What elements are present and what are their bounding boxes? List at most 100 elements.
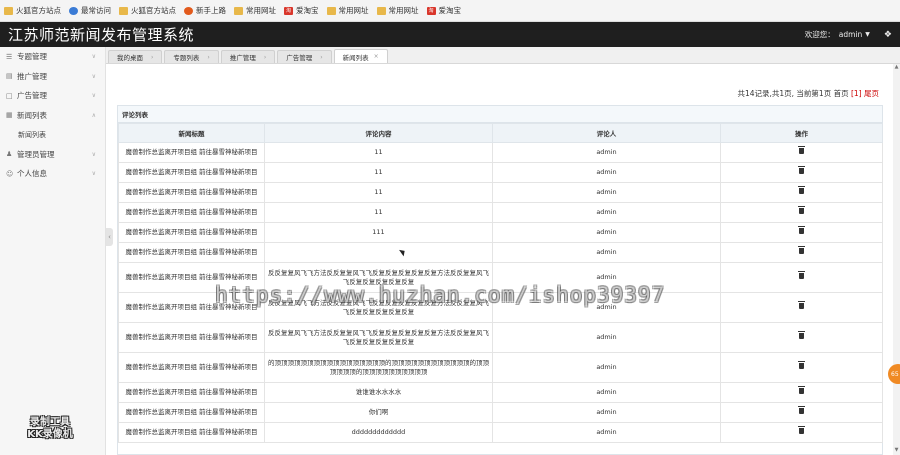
bookmark-item[interactable]: 淘爱淘宝 [426,5,462,16]
column-header-actions: 操作 [720,123,883,143]
username-menu[interactable]: admin [839,30,863,39]
chevron-down-icon: ∨ [91,92,96,100]
cell-actions [720,402,883,423]
trash-icon[interactable] [798,186,805,194]
recorder-logo-line: KK录像机 [27,429,73,440]
pagination: 共14记录,共1页, 当前第1页 首页 [1] 尾页 [737,88,879,99]
sidebar: ☰ 专题管理 ∨ ▤ 推广管理 ∨ □ 广告管理 ∨ ▦ 新闻列表 ∧ 新闻列表… [0,47,106,455]
welcome-text: 欢迎您： [804,30,835,39]
vertical-scrollbar[interactable]: ▲ ▼ [893,64,900,455]
user-area: 欢迎您： admin ▼ ❖ [805,29,892,40]
tab-label: 推广管理 [229,54,256,62]
cell-actions [720,222,883,243]
trash-icon[interactable] [798,246,805,254]
sidebar-item-topics[interactable]: ☰ 专题管理 ∨ [0,47,105,67]
close-icon[interactable]: × [374,53,379,60]
cell-actions [720,352,883,383]
trash-icon[interactable] [798,226,805,234]
trash-icon[interactable] [798,271,805,279]
trash-icon[interactable] [798,206,805,214]
trash-icon[interactable] [798,361,805,369]
bookmark-item[interactable]: 常用网址 [234,5,276,16]
bookmark-item[interactable]: 火狐官方站点 [119,5,176,16]
cell-actions [720,382,883,403]
cell-comment: 11 [264,202,493,223]
sidebar-item-ads[interactable]: □ 广告管理 ∨ [0,86,105,106]
recorder-logo-line: 录制工具 [30,417,70,428]
cell-comment: 11 [264,162,493,183]
cell-news-title: 魔兽制作总监离开项目组 前往暴雪神秘新项目 [118,182,265,203]
bookmark-label: 火狐官方站点 [131,6,176,15]
cell-comment: 的顶顶顶顶顶顶顶顶顶顶顶顶顶顶顶顶顶的顶顶顶顶顶顶顶顶顶顶顶顶的顶顶顶顶顶顶的顶… [264,352,493,383]
sidebar-item-profile[interactable]: ☺ 个人信息 ∨ [0,164,105,184]
tab-label: 我的桌面 [117,54,143,62]
pagination-summary: 共14记录,共1页, 当前第1页 首页 [737,89,849,98]
cell-commenter: admin [492,382,721,403]
cell-actions [720,142,883,163]
trash-icon[interactable] [798,146,805,154]
trash-icon[interactable] [798,386,805,394]
scroll-down-icon[interactable]: ▼ [893,447,900,453]
pagination-current-page[interactable]: [1] [851,89,862,98]
sidebar-subitem-news-list[interactable]: 新闻列表 [0,125,105,145]
table-row: 魔兽制作总监离开项目组 前往暴雪神秘新项目 11 admin [118,162,883,183]
cell-news-title: 魔兽制作总监离开项目组 前往暴雪神秘新项目 [118,402,265,423]
tab-promotion[interactable]: 推广管理 › [220,50,276,63]
tab-ads[interactable]: 广告管理 › [277,50,332,63]
tab-news-list[interactable]: 新闻列表 × [333,49,388,63]
user-icon: ☺ [6,169,14,178]
bookmark-item[interactable]: 火狐官方站点 [4,5,61,16]
cell-actions [720,322,883,353]
bookmark-item[interactable]: 新手上路 [184,5,226,16]
document-icon: □ [6,91,13,100]
scroll-up-icon[interactable]: ▲ [893,64,900,70]
sidebar-item-promotion[interactable]: ▤ 推广管理 ∨ [0,67,105,87]
chevron-down-icon[interactable]: ▼ [865,31,870,38]
trash-icon[interactable] [798,406,805,414]
cell-comment: 11 [264,182,493,203]
globe-icon [69,6,78,15]
cell-commenter: admin [492,202,721,223]
sidebar-item-news[interactable]: ▦ 新闻列表 ∧ [0,106,105,126]
table-row: 魔兽制作总监离开项目组 前往暴雪神秘新项目 反反复复风飞飞方法反反复复风飞飞反复反… [118,322,883,353]
list-icon: ☰ [6,52,13,61]
user-icon[interactable]: ❖ [884,30,892,40]
cell-commenter: admin [492,142,721,163]
folder-icon [234,6,243,15]
table-row: 魔兽制作总监离开项目组 前往暴雪神秘新项目 的顶顶顶顶顶顶顶顶顶顶顶顶顶顶顶顶顶的… [118,352,883,383]
cell-news-title: 魔兽制作总监离开项目组 前往暴雪神秘新项目 [118,162,265,183]
bookmark-item[interactable]: 最常访问 [69,5,111,16]
cell-commenter: admin [492,242,721,263]
table-row: 魔兽制作总监离开项目组 前往暴雪神秘新项目 11 admin [118,202,883,223]
sidebar-collapse-handle[interactable]: ‹ [106,228,113,246]
cell-commenter: admin [492,182,721,203]
pagination-last-page[interactable]: 尾页 [864,89,879,98]
taobao-icon: 淘 [426,6,436,15]
tab-topics[interactable]: 专题列表 › [164,50,219,63]
trash-icon[interactable] [798,301,805,309]
trash-icon[interactable] [798,426,805,434]
chevron-down-icon: ∨ [91,72,96,80]
column-header-commenter: 评论人 [492,123,721,143]
table-row: 魔兽制作总监离开项目组 前往暴雪神秘新项目 admin [118,242,883,263]
folder-icon [119,6,128,15]
trash-icon[interactable] [798,331,805,339]
bookmark-item[interactable]: 常用网址 [326,5,369,16]
column-header-news-title: 新闻标题 [118,123,265,143]
trash-icon[interactable] [798,166,805,174]
cell-actions [720,162,883,183]
cell-news-title: 魔兽制作总监离开项目组 前往暴雪神秘新项目 [118,142,265,163]
cell-news-title: 魔兽制作总监离开项目组 前往暴雪神秘新项目 [118,422,265,443]
cell-comment: 你们啊 [264,402,493,423]
folder-icon [326,6,336,15]
tab-desktop[interactable]: 我的桌面 › [108,50,163,63]
bookmark-label: 常用网址 [338,6,369,15]
bookmark-label: 常用网址 [388,6,419,15]
watermark-url: https://www.huzhan.com/ishop39397 [215,283,666,307]
bookmark-item[interactable]: 常用网址 [376,5,419,16]
chevron-right-icon: › [151,53,154,61]
bookmark-item[interactable]: 淘爱淘宝 [284,5,319,16]
bookmark-label: 爱淘宝 [438,6,462,15]
sidebar-item-admins[interactable]: ♟ 管理员管理 ∨ [0,145,105,165]
cell-news-title: 魔兽制作总监离开项目组 前往暴雪神秘新项目 [118,222,265,243]
